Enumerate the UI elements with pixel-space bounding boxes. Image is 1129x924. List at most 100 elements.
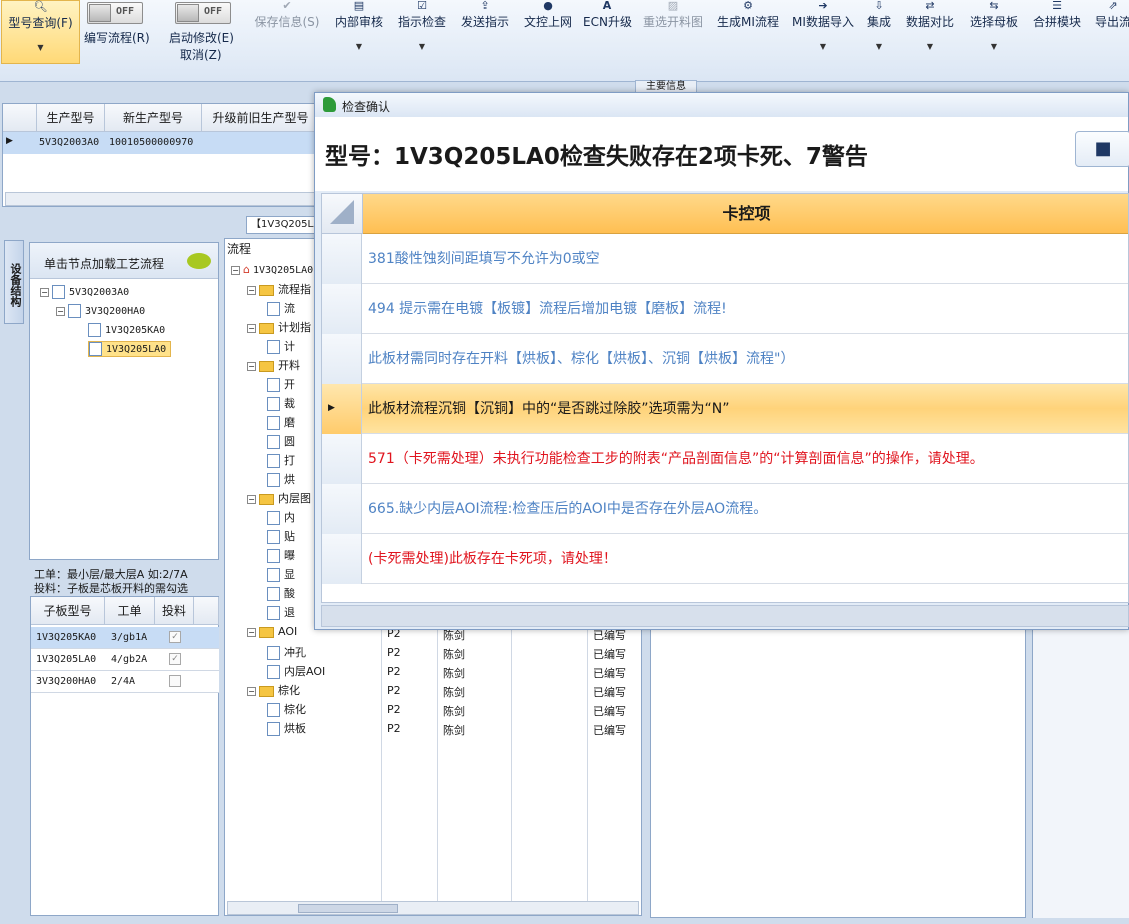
feed-checkbox[interactable] [169,675,181,687]
tree-file-node[interactable]: 烘板 [267,720,306,736]
tree-file-node[interactable]: 流 [267,300,295,316]
tree-folder-node[interactable]: − 内层图 [247,490,311,506]
ecn-upgrade-button[interactable]: A ECN升级 [583,0,632,64]
check-item-row[interactable]: 494 提示需在电镀【板镀】流程后增加电镀【磨板】流程! [322,284,1128,334]
merge-module-button[interactable]: ☰ 合拼模块 [1031,0,1083,64]
column-header[interactable]: 生产型号 [37,104,105,132]
save-info-button[interactable]: ✔ 保存信息(S) [252,0,322,64]
feed-checkbox[interactable]: ✓ [169,631,181,643]
tree-file-node[interactable]: 圆 [267,433,295,449]
write-flow-toggle[interactable]: OFF [87,2,143,24]
tree-file-node[interactable]: 曝 [267,547,295,563]
tree-file-node[interactable]: 显 [267,566,295,582]
tree-file-node[interactable]: 磨 [267,414,295,430]
collapse-icon[interactable]: − [247,494,256,504]
reselect-cut-image-button[interactable]: ▨ 重选开料图 [640,0,706,64]
mi-import-button[interactable]: ➔ MI数据导入 ▼ [790,0,856,64]
tree-file-node[interactable]: 棕化 [267,701,306,717]
tree-file-node[interactable]: 打 [267,452,295,468]
column-header[interactable]: 新生产型号 [105,104,202,132]
row-selector[interactable] [322,534,362,584]
tree-node-root[interactable]: − ⌂ 1V3Q205LA0 [231,263,313,276]
tree-folder-node[interactable]: − AOI [247,625,297,638]
check-item-row[interactable]: ▶ 此板材流程沉铜【沉铜】中的“是否跳过除胶”选项需为“N” [322,384,1128,434]
chevron-down-icon[interactable]: ▼ [396,42,448,51]
generate-mi-button[interactable]: ⚙ 生成MI流程 [716,0,780,64]
tree-file-node[interactable]: 内层AOI [267,663,325,679]
collapse-icon[interactable]: − [247,323,256,333]
check-item-row[interactable]: 381酸性蚀刻间距填写不允许为0或空 [322,234,1128,284]
row-selector[interactable] [322,484,362,534]
row-selector[interactable]: ▶ [322,384,362,434]
flow-tab[interactable]: 【1V3Q205LA0 [246,216,316,234]
export-flow-button[interactable]: ⇗ 导出流 [1093,0,1129,64]
select-mother-board-button[interactable]: ⇆ 选择母板 ▼ [967,0,1021,64]
collapse-icon[interactable]: − [56,306,65,316]
tree-folder-node[interactable]: − 开料 [247,357,300,373]
integrate-button[interactable]: ⇩ 集成 ▼ [864,0,894,64]
horizontal-scrollbar[interactable] [5,192,317,206]
chevron-down-icon[interactable]: ▼ [904,42,956,51]
table-row[interactable]: ▶ 5V3Q2003A0 10010500000970 [3,132,320,154]
chevron-down-icon[interactable]: ▼ [790,42,856,51]
tree-node[interactable]: − 3V3Q200HA0 [56,304,145,318]
collapse-icon[interactable]: − [247,361,256,371]
cell-model: 5V3Q2003A0 [39,137,100,148]
check-item-row[interactable]: 571（卡死需处理）未执行功能检查工步的附表“产品剖面信息”的“计算剖面信息”的… [322,434,1128,484]
scrollbar-thumb[interactable] [298,904,398,913]
tree-node[interactable]: − 5V3Q2003A0 [40,285,129,299]
control-item-header[interactable]: 卡控项 [363,194,1128,234]
feed-checkbox[interactable]: ✓ [169,653,181,665]
check-item-row[interactable]: 此板材需同时存在开料【烘板】、棕化【烘板】、沉铜【烘板】流程"） [322,334,1128,384]
check-item-row[interactable]: 665.缺少内层AOI流程:检查压后的AOI中是否存在外层AO流程。 [322,484,1128,534]
column-header[interactable]: 升级前旧生产型号 [202,104,320,132]
tree-file-node[interactable]: 贴 [267,528,295,544]
collapse-icon[interactable]: − [231,265,240,275]
tree-file-node[interactable]: 开 [267,376,295,392]
row-selector[interactable] [322,334,362,384]
column-header[interactable]: 投料 [155,597,194,625]
row-selector[interactable] [322,434,362,484]
horizontal-scrollbar[interactable] [227,901,639,915]
row-selector[interactable] [322,234,362,284]
query-button[interactable]: 🔍︎ 型号查询(F) ▼ [1,0,80,64]
collapse-icon[interactable]: − [247,285,256,295]
cancel-modify-button[interactable]: 取消(Z) [180,46,222,63]
chevron-down-icon[interactable]: ▼ [333,42,385,51]
send-instruction-button[interactable]: ⇪ 发送指示 [459,0,511,64]
tree-node-selected[interactable]: 1V3Q205LA0 [88,341,172,357]
chevron-down-icon[interactable]: ▼ [864,42,894,51]
tree-file-node[interactable]: 酸 [267,585,295,601]
node-label: 棕化 [284,703,306,716]
book-button[interactable]: ■ [1075,131,1129,167]
table-row[interactable]: 1V3Q205LA0 4/gb2A ✓ [31,649,219,671]
tree-file-node[interactable]: 冲孔 [267,644,306,660]
tree-folder-node[interactable]: − 计划指 [247,319,311,335]
check-item-row[interactable]: (卡死需处理)此板存在卡死项，请处理！ [322,534,1128,584]
chevron-down-icon[interactable]: ▼ [967,42,1021,51]
doc-control-button[interactable]: ● 文控上网 [522,0,574,64]
chevron-down-icon[interactable]: ▼ [2,43,79,52]
data-compare-button[interactable]: ⇄ 数据对比 ▼ [904,0,956,64]
collapse-icon[interactable]: − [247,686,256,696]
table-row[interactable]: 3V3Q200HA0 2/4A [31,671,219,693]
start-modify-toggle[interactable]: OFF [175,2,231,24]
tree-file-node[interactable]: 计 [267,338,295,354]
tree-file-node[interactable]: 烘 [267,471,295,487]
tree-node[interactable]: 1V3Q205KA0 [88,323,165,337]
node-label: 1V3Q205LA0 [252,265,314,276]
tree-folder-node[interactable]: − 棕化 [247,682,300,698]
instruction-check-button[interactable]: ☑ 指示检查 ▼ [396,0,448,64]
tree-file-node[interactable]: 内 [267,509,295,525]
column-header[interactable]: 工单 [105,597,155,625]
tree-file-node[interactable]: 裁 [267,395,295,411]
row-selector[interactable] [322,284,362,334]
collapse-icon[interactable]: − [247,627,256,637]
collapse-icon[interactable]: − [40,287,49,297]
device-structure-tab[interactable]: 设备结构 [4,240,24,324]
column-header[interactable]: 子板型号 [31,597,105,625]
tree-file-node[interactable]: 退 [267,604,295,620]
tree-folder-node[interactable]: − 流程指 [247,281,311,297]
table-row[interactable]: 1V3Q205KA0 3/gb1A ✓ [31,627,219,649]
internal-audit-button[interactable]: ▤ 内部审核 ▼ [333,0,385,64]
